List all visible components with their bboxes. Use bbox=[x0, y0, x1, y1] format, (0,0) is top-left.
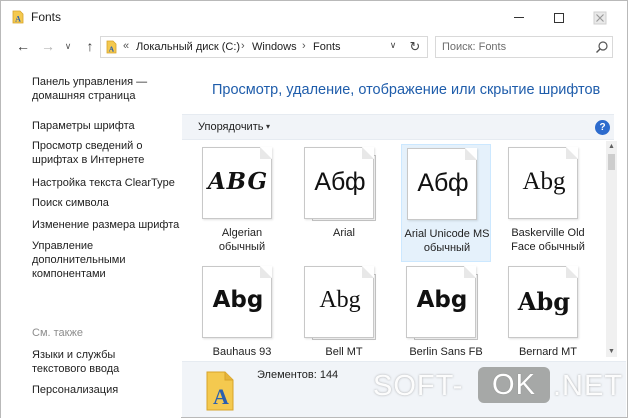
search-icon[interactable] bbox=[595, 40, 609, 54]
change-font-size-link[interactable]: Изменение размера шрифта bbox=[32, 218, 180, 232]
font-tile-berlin-sans-fb[interactable]: Abg Berlin Sans FB bbox=[401, 263, 491, 357]
breadcrumb-separator[interactable]: › bbox=[302, 40, 306, 52]
font-sample: Abg bbox=[319, 287, 361, 313]
font-name: Algerian обычный bbox=[218, 227, 266, 253]
main-content: Просмотр, удаление, отображение или скры… bbox=[181, 61, 627, 417]
scroll-up-icon[interactable]: ▲ bbox=[606, 141, 617, 152]
item-count: Элементов: 144 bbox=[257, 369, 339, 381]
font-name: Berlin Sans FB bbox=[409, 346, 483, 357]
font-sample: ABG bbox=[207, 168, 269, 195]
fonts-folder-icon: A bbox=[206, 371, 234, 411]
fonts-grid: ABG Algerian обычный Абф Arial Абф Arial… bbox=[181, 141, 613, 357]
font-name: Bell MT bbox=[325, 346, 363, 357]
back-button[interactable]: ← bbox=[14, 37, 32, 55]
watermark-text: SOFT- bbox=[373, 370, 464, 402]
close-button[interactable] bbox=[585, 7, 615, 27]
cleartype-link[interactable]: Настройка текста ClearType bbox=[32, 176, 180, 190]
font-name: Arial bbox=[332, 227, 355, 239]
language-input-services-link[interactable]: Языки и службы текстового ввода bbox=[32, 348, 172, 376]
font-file-icon: ABG bbox=[202, 147, 272, 219]
watermark-badge: OK bbox=[478, 367, 550, 403]
recent-locations-chevron-icon[interactable]: ∨ bbox=[62, 37, 74, 55]
font-tile-bernard-mt[interactable]: Abg Bernard MT bbox=[503, 263, 593, 357]
font-tile-arial-unicode-ms[interactable]: Абф Arial Unicode MS обычный bbox=[401, 144, 491, 262]
scroll-down-icon[interactable]: ▼ bbox=[606, 346, 617, 357]
breadcrumb-fonts[interactable]: Fonts bbox=[313, 41, 341, 53]
search-box[interactable]: Поиск: Fonts bbox=[435, 36, 613, 58]
address-bar[interactable]: A « Локальный диск (C:) › Windows › Font… bbox=[100, 36, 428, 58]
font-tile-arial[interactable]: Абф Arial bbox=[299, 144, 389, 262]
minimize-icon bbox=[514, 17, 524, 19]
left-pane: Панель управления — домашняя страница Па… bbox=[1, 61, 181, 418]
page-title: Просмотр, удаление, отображение или скры… bbox=[212, 82, 601, 98]
font-sample: Abg bbox=[416, 287, 468, 313]
font-tile-bell-mt[interactable]: Abg Bell MT bbox=[299, 263, 389, 357]
font-file-icon: Абф bbox=[407, 148, 477, 220]
font-file-icon: Abg bbox=[508, 266, 578, 338]
vertical-scrollbar[interactable]: ▲ ▼ bbox=[606, 141, 617, 357]
personalization-link[interactable]: Персонализация bbox=[32, 383, 180, 397]
font-sample: Abg bbox=[517, 287, 571, 316]
search-input[interactable]: Поиск: Fonts bbox=[442, 41, 506, 53]
font-name: Bauhaus 93 bbox=[212, 346, 272, 357]
font-name: Baskerville Old Face обычный bbox=[511, 227, 585, 253]
font-tile-bauhaus-93[interactable]: Abg Bauhaus 93 bbox=[197, 263, 287, 357]
forward-button[interactable]: → bbox=[39, 37, 57, 55]
chevron-down-icon[interactable]: ▾ bbox=[266, 122, 270, 131]
find-character-link[interactable]: Поиск символа bbox=[32, 196, 180, 210]
font-file-icon: Abg bbox=[202, 266, 272, 338]
command-toolbar: Упорядочить ▾ ? bbox=[182, 114, 614, 140]
font-sample: Abg bbox=[212, 287, 264, 313]
font-family-icon: Abg bbox=[304, 266, 374, 338]
navigation-bar: ← → ∨ ↑ A « Локальный диск (C:) › Window… bbox=[1, 33, 627, 61]
see-also-heading: См. также bbox=[32, 327, 83, 339]
breadcrumb-windows[interactable]: Windows bbox=[252, 41, 297, 53]
font-info-online-link[interactable]: Просмотр сведений о шрифтах в Интернете bbox=[32, 139, 150, 167]
svg-text:A: A bbox=[15, 15, 21, 24]
font-tile-algerian[interactable]: ABG Algerian обычный bbox=[197, 144, 287, 262]
close-icon bbox=[593, 11, 607, 25]
fonts-window: A Fonts ← → ∨ ↑ A « Локальный диск (C:) … bbox=[0, 0, 628, 418]
minimize-button[interactable] bbox=[504, 7, 534, 27]
fonts-folder-icon: A bbox=[106, 40, 117, 54]
font-name: Arial Unicode MS обычный bbox=[404, 228, 490, 254]
font-file-icon: Abg bbox=[508, 147, 578, 219]
breadcrumb-separator[interactable]: › bbox=[241, 40, 245, 52]
maximize-button[interactable] bbox=[544, 7, 574, 27]
address-dropdown-icon[interactable]: ∨ bbox=[387, 40, 399, 51]
manage-optional-features-link[interactable]: Управление дополнительными компонентами bbox=[32, 239, 144, 281]
up-button[interactable]: ↑ bbox=[81, 37, 99, 55]
scroll-thumb[interactable] bbox=[608, 154, 615, 170]
watermark-text: .NET bbox=[553, 370, 624, 402]
fonts-folder-icon: A bbox=[12, 10, 24, 24]
control-panel-home-link[interactable]: Панель управления — домашняя страница bbox=[32, 75, 180, 103]
overflow-chevron-icon[interactable]: « bbox=[123, 40, 129, 52]
breadcrumb-local-disk[interactable]: Локальный диск (C:) bbox=[136, 41, 240, 53]
font-family-icon: Абф bbox=[304, 147, 374, 219]
help-icon[interactable]: ? bbox=[595, 120, 610, 135]
font-sample: Абф bbox=[314, 168, 366, 196]
title-bar: A Fonts bbox=[1, 1, 627, 33]
font-sample: Abg bbox=[522, 168, 566, 195]
font-tile-baskerville-old-face[interactable]: Abg Baskerville Old Face обычный bbox=[503, 144, 593, 262]
font-family-icon: Abg bbox=[406, 266, 476, 338]
maximize-icon bbox=[554, 12, 564, 23]
svg-text:A: A bbox=[213, 384, 229, 409]
font-sample: Абф bbox=[417, 169, 469, 197]
organize-button[interactable]: Упорядочить bbox=[198, 121, 263, 133]
font-name: Bernard MT bbox=[518, 346, 578, 357]
refresh-button[interactable]: ↻ bbox=[406, 38, 424, 56]
svg-text:A: A bbox=[109, 45, 115, 54]
font-settings-link[interactable]: Параметры шрифта bbox=[32, 119, 180, 133]
window-title: Fonts bbox=[31, 10, 62, 24]
